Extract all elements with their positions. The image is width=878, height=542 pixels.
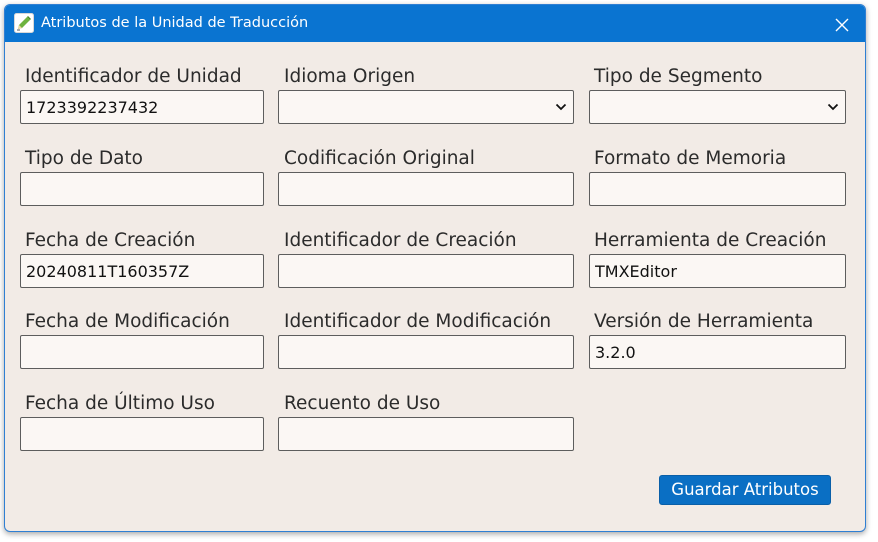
last-usage-date-field[interactable] <box>20 417 264 451</box>
last-usage-date-label: Fecha de Último Uso <box>25 393 215 414</box>
save-attributes-button[interactable]: Guardar Atributos <box>659 475 831 505</box>
creation-tool-field[interactable] <box>589 254 846 288</box>
creation-date-field[interactable] <box>20 254 264 288</box>
original-encoding-label: Codificación Original <box>284 148 475 169</box>
dialog-window: Atributos de la Unidad de Traducción Ide… <box>4 4 866 532</box>
modification-date-label: Fecha de Modificación <box>25 311 230 332</box>
chevron-down-icon <box>555 103 567 111</box>
window-title: Atributos de la Unidad de Traducción <box>41 15 309 31</box>
tool-version-field[interactable] <box>589 335 846 369</box>
original-encoding-field[interactable] <box>278 172 574 206</box>
source-language-select[interactable] <box>278 90 574 124</box>
data-type-field[interactable] <box>20 172 264 206</box>
creation-id-label: Identificador de Creación <box>284 230 517 251</box>
creation-date-label: Fecha de Creación <box>25 230 196 251</box>
memory-format-field[interactable] <box>589 172 846 206</box>
title-bar: Atributos de la Unidad de Traducción <box>5 5 865 42</box>
modification-id-label: Identificador de Modificación <box>284 311 552 332</box>
unit-id-label: Identificador de Unidad <box>25 66 242 87</box>
chevron-down-icon <box>827 103 839 111</box>
source-language-label: Idioma Origen <box>284 66 416 87</box>
unit-id-field[interactable] <box>20 90 264 124</box>
close-icon <box>835 18 849 32</box>
close-button[interactable] <box>819 5 865 42</box>
pen-edit-icon <box>14 13 34 33</box>
data-type-label: Tipo de Dato <box>25 148 143 169</box>
segment-type-select[interactable] <box>589 90 846 124</box>
usage-count-label: Recuento de Uso <box>284 393 441 414</box>
segment-type-label: Tipo de Segmento <box>594 66 763 87</box>
usage-count-field[interactable] <box>278 417 574 451</box>
tool-version-label: Versión de Herramienta <box>594 311 814 332</box>
modification-id-field[interactable] <box>278 335 574 369</box>
creation-id-field[interactable] <box>278 254 574 288</box>
memory-format-label: Formato de Memoria <box>594 148 787 169</box>
creation-tool-label: Herramienta de Creación <box>594 230 827 251</box>
modification-date-field[interactable] <box>20 335 264 369</box>
